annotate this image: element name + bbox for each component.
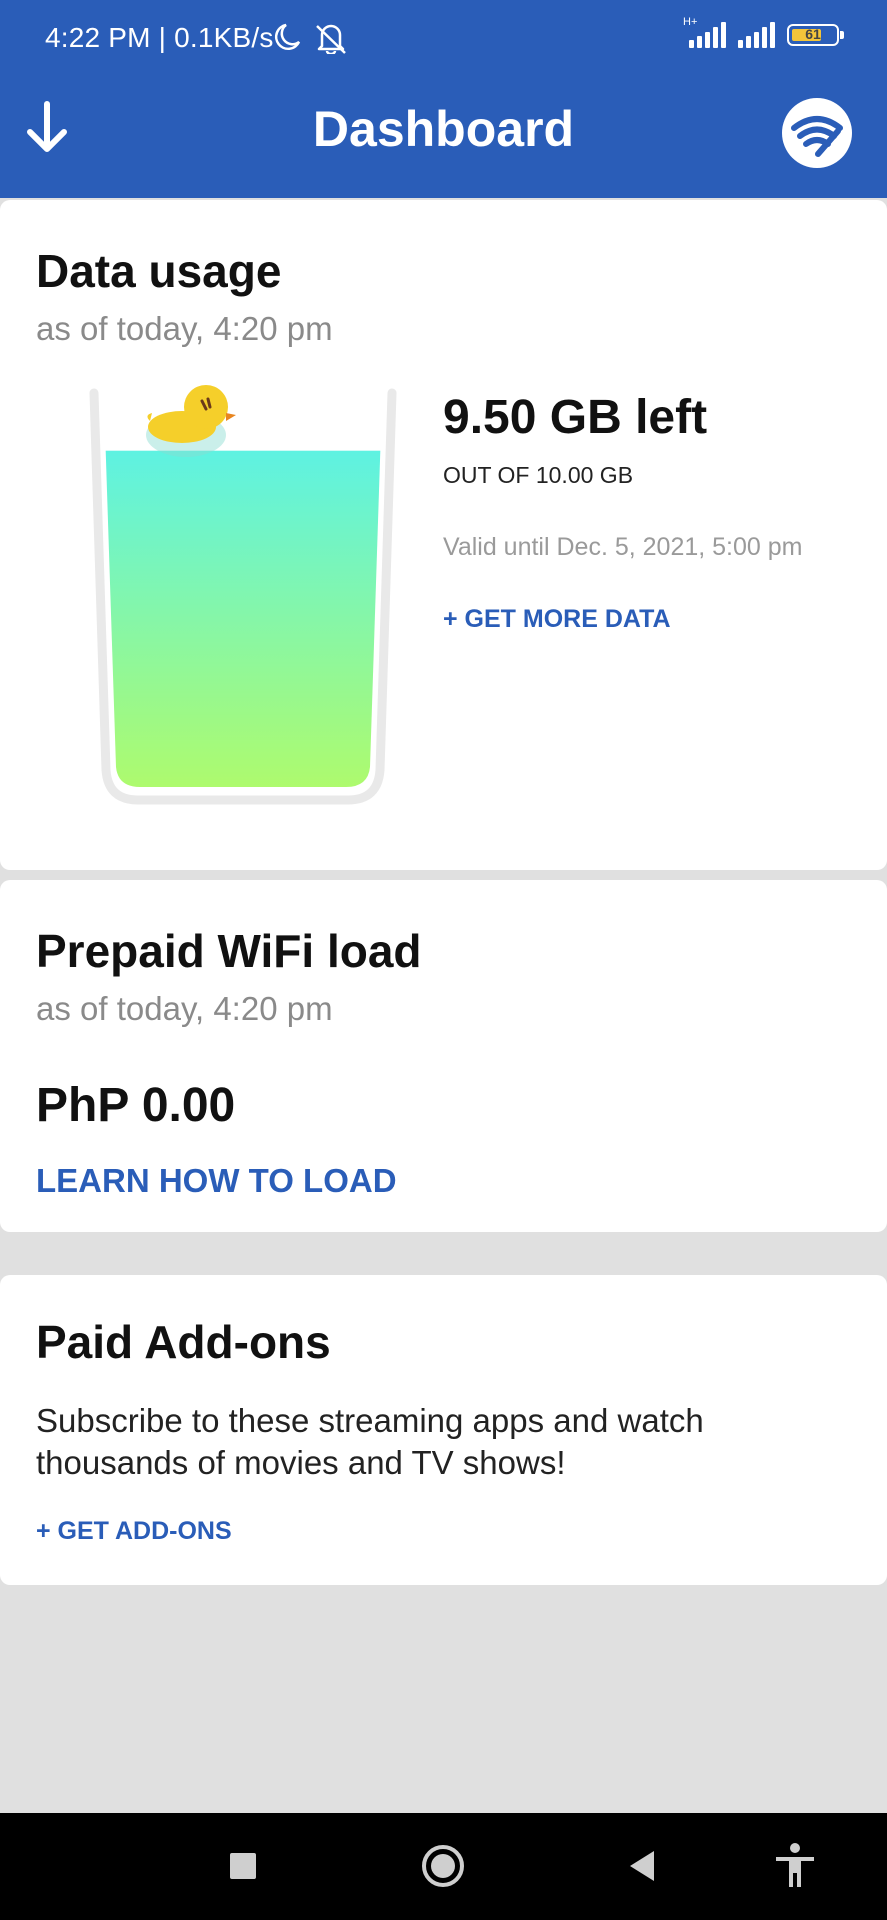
data-validity: Valid until Dec. 5, 2021, 5:00 pm xyxy=(443,533,803,561)
circle-icon[interactable] xyxy=(418,1841,468,1891)
signal-1-icon: H+ xyxy=(683,16,726,48)
square-icon[interactable] xyxy=(218,1841,268,1891)
signal-2-icon xyxy=(738,22,775,48)
page-title: Dashboard xyxy=(312,101,575,157)
status-right-icons: H+ 61 xyxy=(683,16,844,48)
status-left-icons xyxy=(272,22,372,59)
data-usage-as-of: as of today, 4:20 pm xyxy=(36,310,333,347)
prepaid-card: Prepaid WiFi load as of today, 4:20 pm P… xyxy=(0,880,887,1232)
liquid-level xyxy=(104,450,382,787)
status-time: 4:22 PM | 0.1KB/s xyxy=(45,22,274,53)
triangle-back-icon[interactable] xyxy=(618,1841,668,1891)
battery-percent: 61 xyxy=(805,26,821,42)
data-remaining: 9.50 GB left xyxy=(443,391,708,444)
header: 4:22 PM | 0.1KB/s H+ 61 Dashboard xyxy=(0,0,887,198)
prepaid-title: Prepaid WiFi load xyxy=(36,925,422,977)
data-usage-card: Data usage as of today, 4:20 pm 9.50 GB … xyxy=(0,200,887,870)
wifi-logo-icon[interactable] xyxy=(782,98,852,168)
duck-icon xyxy=(146,385,236,457)
data-usage-title: Data usage xyxy=(36,245,282,297)
addons-title: Paid Add-ons xyxy=(36,1316,331,1368)
get-more-data-button[interactable]: + GET MORE DATA xyxy=(443,605,671,634)
addons-description: Subscribe to these streaming apps and wa… xyxy=(36,1402,704,1481)
data-glass-illustration xyxy=(88,385,398,810)
get-addons-button[interactable]: + GET ADD-ONS xyxy=(36,1517,232,1546)
battery-icon: 61 xyxy=(787,24,844,46)
data-total: OUT OF 10.00 GB xyxy=(443,462,634,488)
network-type-label: H+ xyxy=(683,16,698,28)
moon-icon xyxy=(274,23,346,56)
addons-card: Paid Add-ons Subscribe to these streamin… xyxy=(0,1275,887,1585)
prepaid-amount: PhP 0.00 xyxy=(36,1079,236,1132)
bell-off-icon xyxy=(316,24,346,56)
status-bar: 4:22 PM | 0.1KB/s H+ 61 xyxy=(0,0,887,78)
learn-how-to-load-button[interactable]: LEARN HOW TO LOAD xyxy=(36,1162,397,1200)
prepaid-as-of: as of today, 4:20 pm xyxy=(36,990,333,1027)
accessibility-icon[interactable] xyxy=(770,1841,820,1891)
system-nav-bar xyxy=(0,1813,887,1920)
